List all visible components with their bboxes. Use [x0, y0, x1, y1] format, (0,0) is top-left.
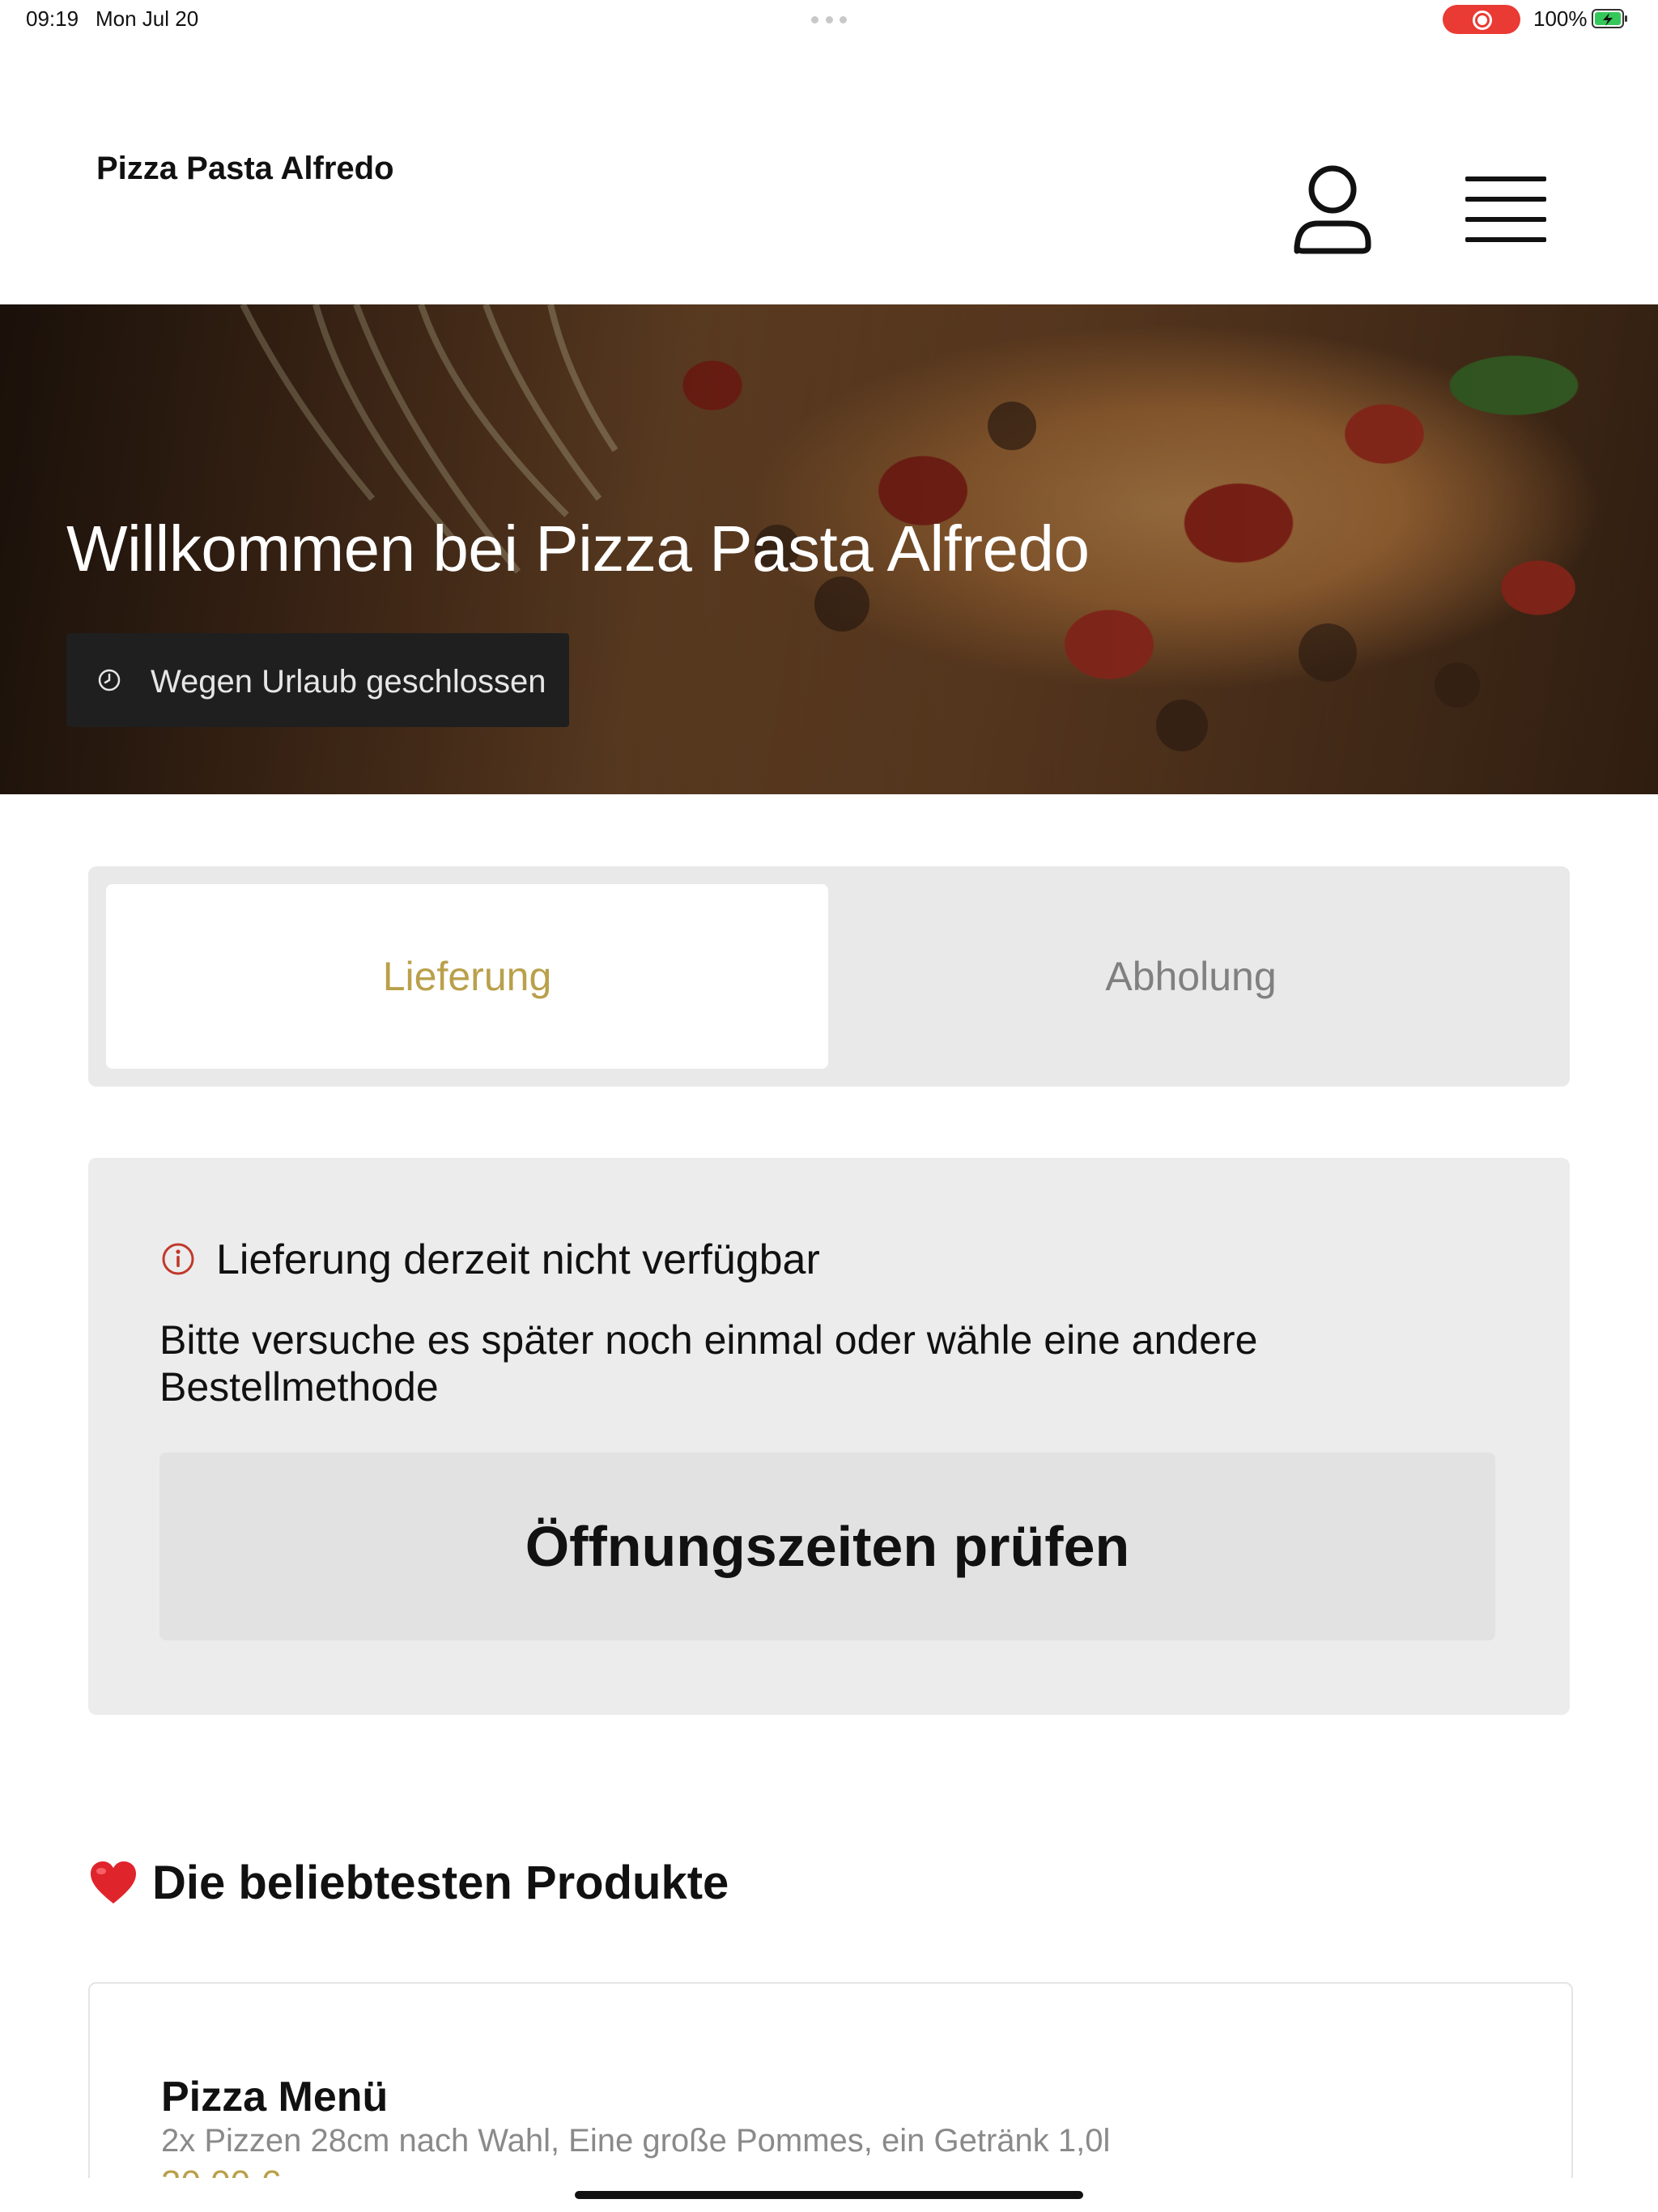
product-description: 2x Pizzen 28cm nach Wahl, Eine große Pom…	[161, 2123, 1111, 2159]
product-card[interactable]: Pizza Menü 2x Pizzen 28cm nach Wahl, Ein…	[88, 1982, 1573, 2178]
product-name: Pizza Menü	[161, 2074, 389, 2121]
home-indicator[interactable]	[575, 2191, 1083, 2199]
content-viewport: Pizza Menü 2x Pizzen 28cm nach Wahl, Ein…	[0, 0, 1658, 2178]
product-price: 30,00 €	[161, 2163, 280, 2178]
